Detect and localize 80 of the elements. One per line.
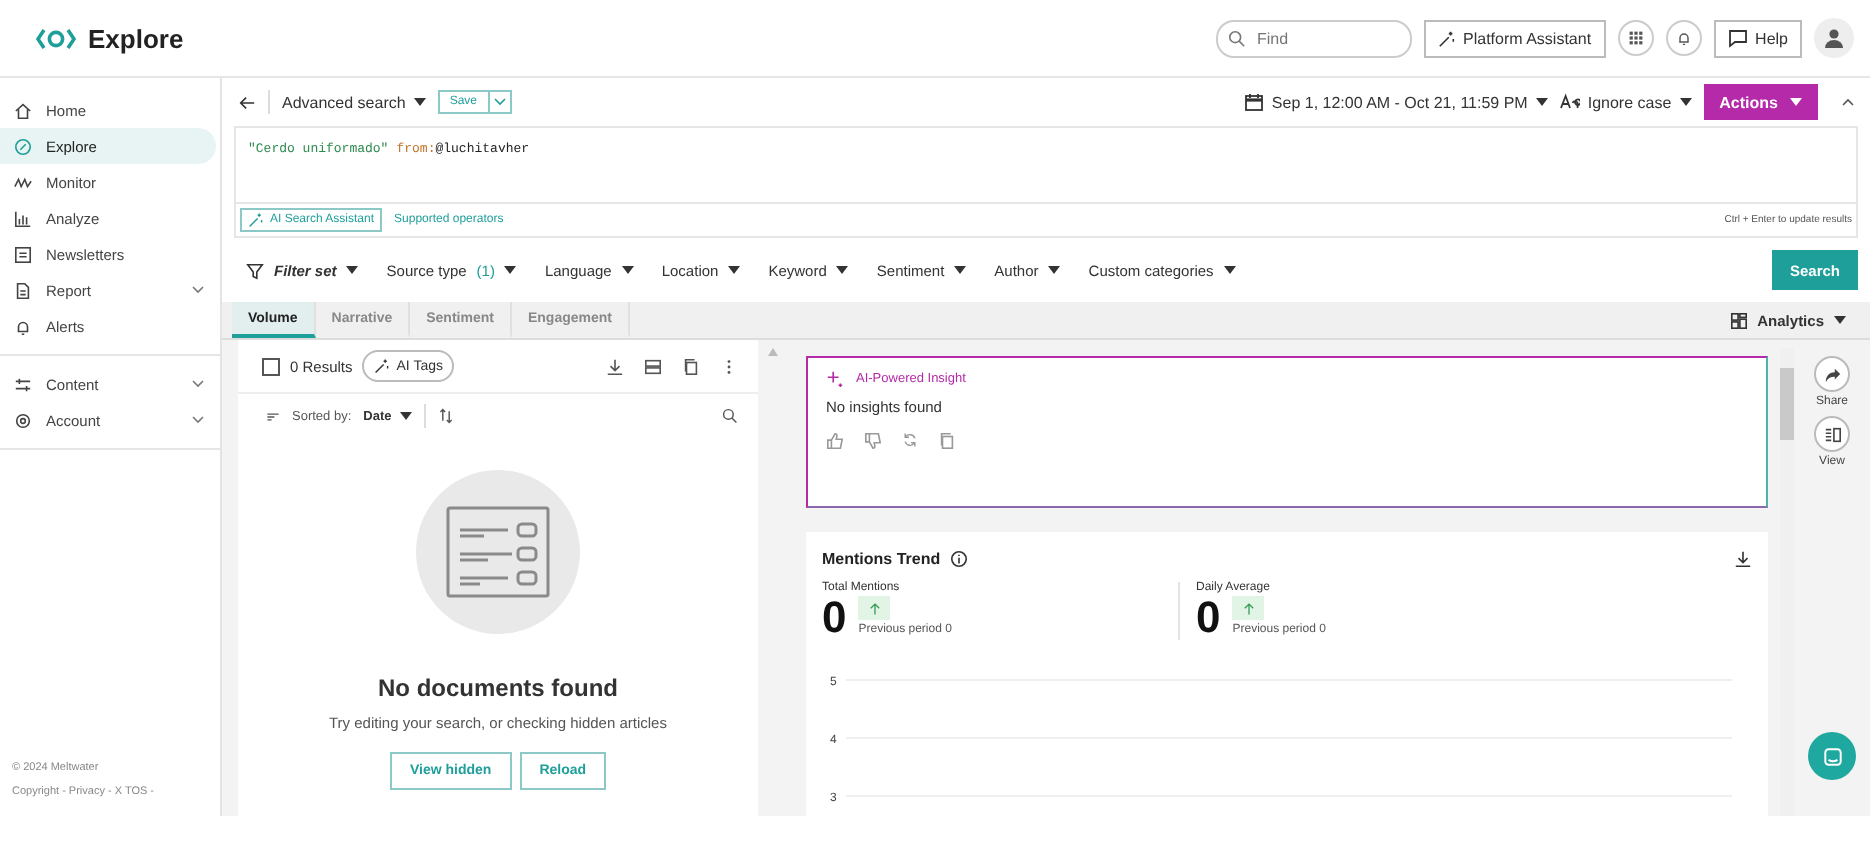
chevron-icon (192, 416, 204, 424)
stat-value: 0 (1196, 596, 1221, 640)
caret-icon (1679, 98, 1692, 106)
caret-icon (1834, 316, 1846, 324)
chat-button[interactable] (1808, 732, 1856, 780)
chevron-icon (192, 380, 204, 388)
caret-icon (728, 266, 741, 274)
caret-icon (504, 266, 517, 274)
chat-bubble-icon (1727, 28, 1748, 48)
grid-icon (1627, 30, 1644, 46)
platform-assistant-button[interactable]: Platform Assistant (1423, 19, 1606, 57)
actions-button[interactable]: Actions (1703, 84, 1818, 120)
sparkle-icon (826, 370, 844, 388)
bell-icon (14, 317, 32, 335)
back-button[interactable] (238, 93, 256, 111)
gear-icon (14, 411, 32, 429)
text-case-icon (1559, 92, 1580, 112)
arrow-left-icon (238, 93, 256, 111)
download-icon (606, 357, 624, 375)
sort-order-icon (437, 408, 454, 424)
bar-chart-icon (14, 209, 32, 227)
case-dropdown[interactable]: Ignore case (1559, 92, 1692, 112)
magic-wand-icon (1437, 29, 1456, 47)
sort-lines-icon (266, 409, 280, 423)
bell-icon (1675, 30, 1692, 46)
sliders-icon (14, 375, 32, 393)
copy-icon (938, 432, 956, 450)
document-icon (14, 281, 32, 299)
layout-icon (1823, 425, 1841, 443)
scroll-up-icon (768, 348, 778, 356)
copy-icon (682, 357, 700, 375)
chevron-icon (493, 98, 506, 106)
select-all-checkbox[interactable] (262, 357, 280, 375)
list-view-icon (644, 357, 662, 375)
apps-button[interactable] (1617, 20, 1654, 56)
home-icon (14, 101, 32, 119)
arrow-up-icon (867, 601, 882, 615)
chevron-icon (192, 286, 204, 294)
chat-icon (1821, 745, 1843, 767)
page-title: Explore (88, 23, 184, 53)
share-arrow-icon (1823, 365, 1841, 383)
magic-wand-icon (248, 212, 264, 228)
funnel-icon (246, 261, 264, 279)
help-button[interactable]: Help (1713, 19, 1802, 57)
caret-icon (836, 266, 849, 274)
user-avatar[interactable] (1814, 18, 1854, 58)
pulse-icon (14, 173, 32, 191)
caret-icon (399, 412, 412, 420)
caret-icon (1048, 266, 1061, 274)
collapse-button[interactable] (1842, 98, 1854, 106)
newspaper-icon (14, 245, 32, 263)
empty-state-title: No documents found (378, 674, 618, 702)
caret-icon (954, 266, 967, 274)
compass-icon (14, 137, 32, 155)
info-icon (950, 550, 969, 568)
logo-icon (36, 27, 76, 49)
download-icon (1734, 550, 1752, 568)
empty-document-drawing (446, 506, 550, 598)
notifications-button[interactable] (1665, 20, 1702, 56)
person-icon (1824, 28, 1844, 48)
magic-wand-icon (374, 358, 391, 374)
stat-value: 0 (822, 596, 847, 640)
dashboard-icon (1729, 311, 1748, 329)
card-title: Mentions Trend (822, 550, 941, 568)
chevron-up-icon (1842, 98, 1854, 106)
find-field[interactable]: Find (1215, 19, 1412, 57)
search-icon (722, 408, 738, 424)
caret-icon (413, 98, 426, 106)
caret-icon (346, 266, 359, 274)
caret-icon (621, 266, 634, 274)
caret-icon (1535, 98, 1548, 106)
refresh-icon (902, 432, 918, 448)
date-range-dropdown[interactable]: Sep 1, 12:00 AM - Oct 21, 11:59 PM (1243, 92, 1548, 112)
thumbs-up-icon (826, 432, 844, 450)
arrow-up-icon (1241, 601, 1256, 615)
caret-icon (1790, 98, 1802, 106)
calendar-icon (1243, 92, 1264, 112)
thumbs-down-icon (864, 432, 882, 450)
caret-icon (1223, 266, 1236, 274)
saved-search-dropdown[interactable]: Advanced search (282, 93, 426, 111)
